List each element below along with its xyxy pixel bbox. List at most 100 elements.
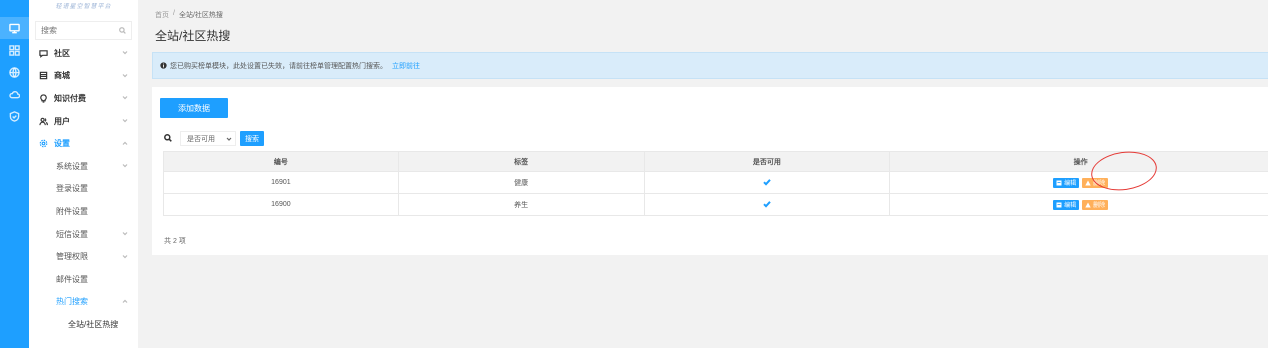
sidebar-subitem-label: 管理权限	[56, 252, 88, 262]
edit-icon	[1056, 202, 1062, 207]
shield-check-icon	[9, 110, 20, 122]
rail-globe[interactable]	[0, 61, 29, 83]
delete-label: 删除	[1093, 203, 1106, 209]
users-icon	[39, 117, 48, 126]
sidebar-item-knowledge-pay[interactable]: 知识付费	[29, 87, 138, 110]
sidebar-item-label: 用户	[54, 116, 70, 126]
warning-icon	[1085, 180, 1091, 185]
sidebar-subitem-label: 登录设置	[56, 184, 88, 194]
enabled-filter-value: 是否可用	[187, 135, 215, 143]
edit-button[interactable]: 编辑	[1053, 199, 1080, 210]
sidebar-item-label: 设置	[54, 139, 70, 149]
alert-link[interactable]: 立即前往	[392, 61, 420, 71]
sidebar-item-community[interactable]: 社区	[29, 42, 138, 65]
warning-icon	[1085, 202, 1091, 207]
chevron-down-icon	[226, 137, 232, 141]
sidebar-subitem-permissions[interactable]: 管理权限	[29, 245, 138, 268]
alert-text: 您已购买榜单模块，此处设置已失效，请前往榜单管理配置热门搜索。	[170, 62, 387, 70]
sidebar-item-label: 社区	[54, 48, 70, 58]
search-icon	[164, 133, 172, 144]
column-header-tag[interactable]: 标签	[398, 151, 645, 172]
sidebar-item-users[interactable]: 用户	[29, 110, 138, 133]
total-count: 共 2 项	[164, 238, 186, 245]
cell-tag: 养生	[398, 193, 645, 216]
rail-monitor[interactable]	[0, 17, 29, 39]
edit-button[interactable]: 编辑	[1053, 177, 1080, 188]
cell-tag: 健康	[398, 171, 645, 194]
chevron-up-icon	[122, 139, 128, 148]
sidebar-subitem-label: 系统设置	[56, 161, 88, 171]
chevron-down-icon	[122, 94, 128, 103]
enabled-filter-select[interactable]: 是否可用	[180, 131, 236, 146]
cell-id: 16901	[163, 171, 399, 194]
sidebar: 轻语星空智慧平台 社区 商城 知识付费 用户 设置	[29, 0, 138, 348]
cell-enabled	[644, 171, 891, 194]
checkmark-icon	[763, 178, 771, 186]
breadcrumb-home[interactable]: 首页	[155, 10, 169, 20]
filter-bar: 是否可用 搜索	[164, 131, 264, 146]
cell-id: 16900	[163, 193, 399, 216]
store-icon	[39, 71, 48, 80]
sidebar-menu: 社区 商城 知识付费 用户 设置 系统设置 登录设置 附件设置 短信设置 管理权…	[29, 42, 138, 336]
breadcrumb: 首页 / 全站/社区热搜	[150, 10, 1268, 20]
sidebar-subitem-label: 附件设置	[56, 206, 88, 216]
cell-actions: 编辑 删除	[889, 171, 1268, 194]
edit-label: 编辑	[1064, 203, 1077, 209]
column-header-actions: 操作	[889, 151, 1268, 172]
sidebar-subitem-label: 邮件设置	[56, 274, 88, 284]
chevron-down-icon	[122, 162, 128, 171]
column-header-id[interactable]: 编号	[163, 151, 399, 172]
rail-cloud[interactable]	[0, 83, 29, 105]
sidebar-subitem-label: 热门搜索	[56, 297, 88, 307]
main-content: 首页 / 全站/社区热搜 全站/社区热搜 您已购买榜单模块，此处设置已失效，请前…	[150, 0, 1268, 255]
cell-actions: 编辑 删除	[889, 193, 1268, 216]
table-row: 16900 养生 编辑 删除	[163, 193, 1268, 216]
column-header-enabled[interactable]: 是否可用	[644, 151, 891, 172]
edit-label: 编辑	[1064, 181, 1077, 187]
checkmark-icon	[763, 200, 771, 208]
lightbulb-icon	[39, 94, 48, 103]
info-alert: 您已购买榜单模块，此处设置已失效，请前往榜单管理配置热门搜索。 立即前往	[152, 52, 1268, 79]
chevron-down-icon	[122, 49, 128, 58]
sidebar-item-settings[interactable]: 设置	[29, 132, 138, 155]
sidebar-subitem-login-settings[interactable]: 登录设置	[29, 178, 138, 201]
sidebar-subitem-attachment-settings[interactable]: 附件设置	[29, 200, 138, 223]
sidebar-subitem-site-hot-search[interactable]: 全站/社区热搜	[29, 313, 138, 336]
cloud-icon	[9, 90, 20, 98]
sidebar-item-label: 商城	[54, 71, 70, 81]
sidebar-item-label: 知识付费	[54, 93, 86, 103]
icon-rail	[0, 0, 29, 348]
sidebar-search[interactable]	[35, 21, 132, 40]
sidebar-subitem-mail-settings[interactable]: 邮件设置	[29, 268, 138, 291]
breadcrumb-separator: /	[173, 10, 175, 17]
delete-button[interactable]: 删除	[1082, 199, 1109, 210]
globe-icon	[9, 66, 20, 78]
info-icon	[160, 62, 167, 69]
breadcrumb-current: 全站/社区热搜	[178, 12, 223, 19]
chevron-down-icon	[122, 230, 128, 239]
rail-apps[interactable]	[0, 39, 29, 61]
logo: 轻语星空智慧平台	[29, 0, 138, 17]
search-icon[interactable]	[119, 27, 126, 34]
gear-icon	[39, 139, 48, 148]
add-data-button[interactable]: 添加数据	[160, 98, 228, 118]
sidebar-subitem-label: 全站/社区热搜	[68, 319, 119, 329]
filter-search-button[interactable]: 搜索	[240, 131, 264, 146]
sidebar-subitem-system-settings[interactable]: 系统设置	[29, 155, 138, 178]
chat-bubble-icon	[39, 49, 48, 58]
logo-text: 轻语星空智慧平台	[55, 3, 112, 10]
sidebar-search-input[interactable]	[41, 26, 111, 35]
chevron-down-icon	[122, 252, 128, 261]
sidebar-subitem-sms-settings[interactable]: 短信设置	[29, 223, 138, 246]
sidebar-subitem-label: 短信设置	[56, 229, 88, 239]
page-title: 全站/社区热搜	[155, 29, 231, 43]
sidebar-item-mall[interactable]: 商城	[29, 65, 138, 88]
cell-enabled	[644, 193, 891, 216]
monitor-icon	[9, 23, 20, 33]
sidebar-subitem-hot-search[interactable]: 热门搜索	[29, 291, 138, 314]
chevron-up-icon	[122, 297, 128, 306]
chevron-down-icon	[122, 71, 128, 80]
rail-shield[interactable]	[0, 105, 29, 127]
chevron-down-icon	[122, 117, 128, 126]
edit-icon	[1056, 180, 1062, 185]
